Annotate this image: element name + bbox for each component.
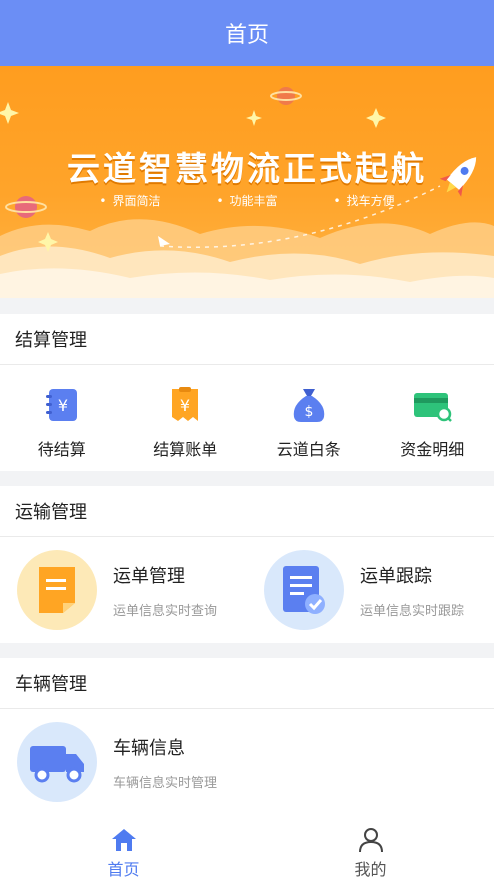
star-icon [0,102,19,124]
tab-label: 首页 [107,860,140,879]
yen-notebook-icon: ¥ [45,389,77,421]
star-icon [246,110,262,126]
tab-home[interactable]: 首页 [0,820,247,883]
tab-label: 我的 [354,860,387,879]
fund-details-button[interactable]: 资金明细 [371,365,494,471]
card-title: 运单跟踪 [360,565,432,587]
section-title: 车辆管理 [0,658,494,709]
card-search-icon [414,393,453,422]
promo-banner[interactable]: 云道智慧物流正式起航 界面简洁 功能丰富 找车方便 [0,66,494,298]
banner-tag: 界面简洁 [99,192,160,209]
banner-tag: 功能丰富 [216,192,278,209]
bottom-tabbar: 首页 我的 [0,820,494,883]
credit-iou-label: 云道白条 [276,440,341,459]
waybill-tracking-button[interactable]: 运单跟踪 运单信息实时跟踪 [247,537,494,643]
money-bag-icon: $ [293,389,324,422]
tracking-icon-circle [264,550,344,630]
vehicle-icon-circle [17,722,97,802]
svg-text:¥: ¥ [58,396,68,415]
svg-text:¥: ¥ [180,396,190,415]
settlement-bill-label: 结算账单 [153,440,218,459]
settlement-section: 结算管理 ¥ 待结算 ¥ 结算账单 $ 云道白条 资金明细 [0,314,494,471]
settlement-bill-button[interactable]: ¥ 结算账单 [124,365,248,471]
section-title: 运输管理 [0,486,494,537]
tab-mine[interactable]: 我的 [247,820,494,883]
app-header: 首页 [0,0,494,66]
svg-text:$: $ [304,404,313,420]
transport-section: 运输管理 运单管理 运单信息实时查询 运单跟踪 运单信息实时跟踪 [0,486,494,643]
fund-details-label: 资金明细 [400,440,465,459]
home-icon [111,829,136,851]
star-icon [366,108,386,128]
card-title: 车辆信息 [113,737,185,759]
vehicle-section: 车辆管理 车辆信息 车辆信息实时管理 [0,658,494,820]
vehicle-info-button[interactable]: 车辆信息 车辆信息实时管理 [0,709,247,815]
card-subtitle: 车辆信息实时管理 [113,775,218,791]
yen-bill-icon: ¥ [172,387,199,421]
waybill-icon-circle [17,550,97,630]
truck-icon [30,746,84,783]
banner-headline: 云道智慧物流正式起航 [67,149,427,188]
pending-settlement-button[interactable]: ¥ 待结算 [0,365,124,471]
document-icon [39,567,75,613]
card-subtitle: 运单信息实时跟踪 [360,603,465,619]
document-check-icon [283,566,325,614]
pending-settlement-label: 待结算 [37,440,86,459]
card-subtitle: 运单信息实时查询 [113,603,218,619]
card-title: 运单管理 [113,565,185,587]
page-title: 首页 [224,23,269,48]
credit-iou-button[interactable]: $ 云道白条 [247,365,371,471]
waybill-management-button[interactable]: 运单管理 运单信息实时查询 [0,537,247,643]
banner-tags: 界面简洁 功能丰富 找车方便 [0,192,494,209]
planet-icon [270,87,302,105]
banner-tag: 找车方便 [334,192,395,209]
user-icon [358,828,383,853]
section-title: 结算管理 [0,314,494,365]
